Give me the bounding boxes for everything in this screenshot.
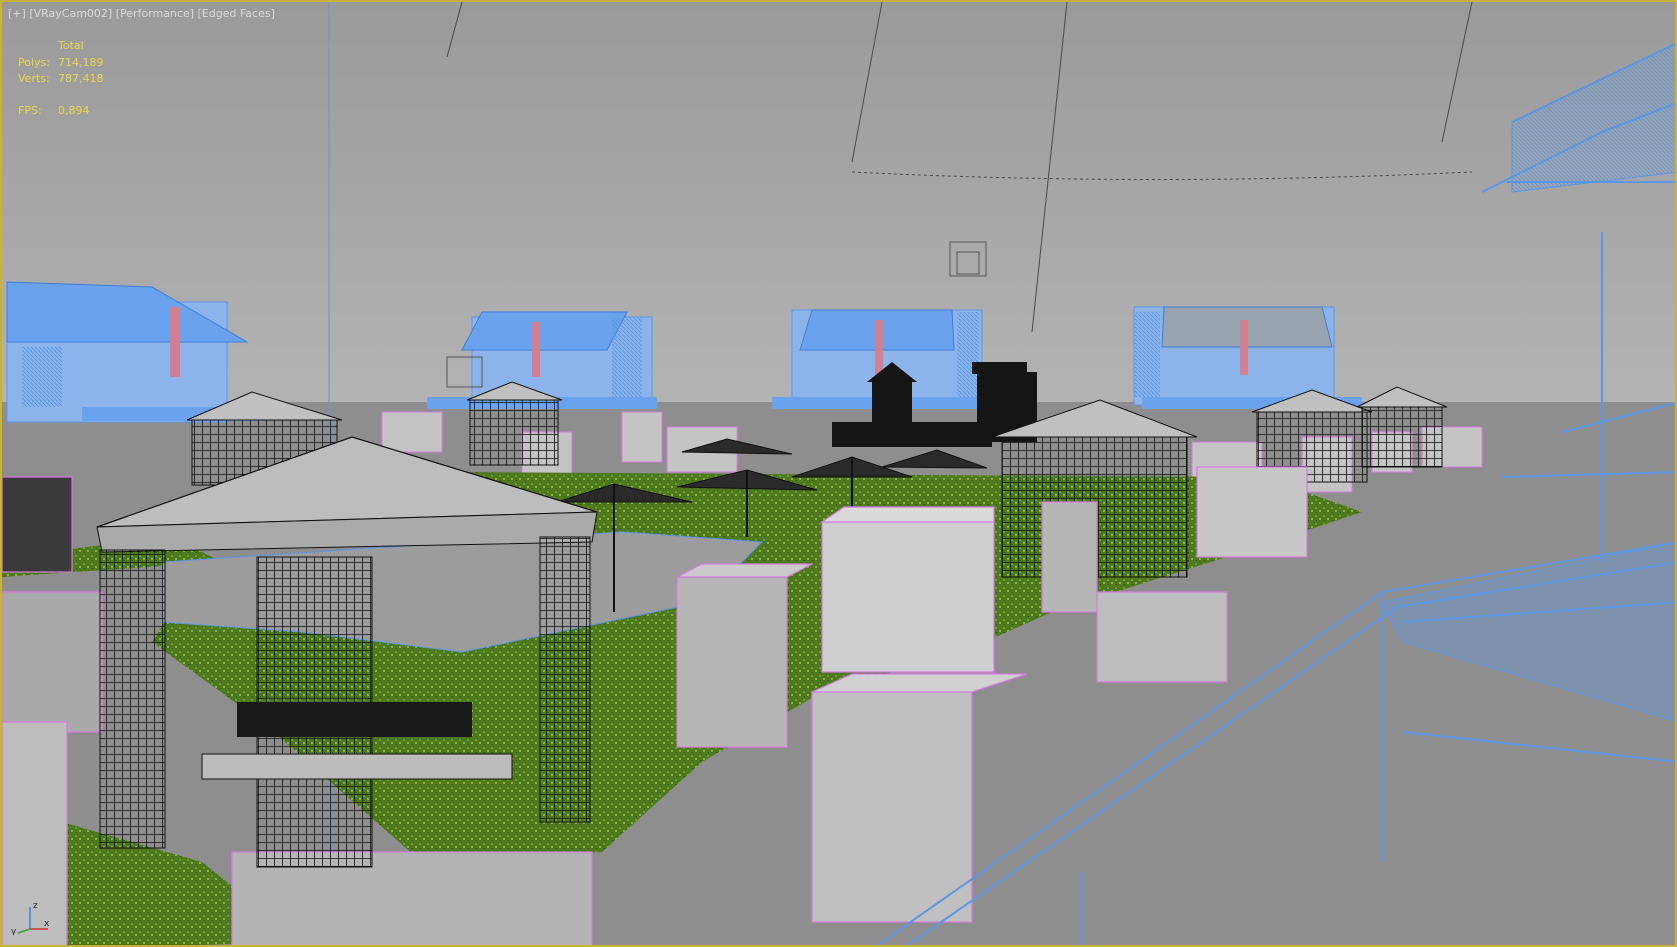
axis-tripod-icon: z x y: [11, 901, 50, 935]
viewport-camera-menu[interactable]: [VRayCam002]: [29, 7, 112, 20]
stats-fps-value: 0,894: [58, 104, 90, 117]
stats-verts-label: Verts:: [18, 72, 50, 85]
viewport-label-menu[interactable]: [+] [VRayCam002] [Performance] [Edged Fa…: [8, 7, 275, 20]
viewport-edged-faces-menu[interactable]: [Edged Faces]: [198, 7, 275, 20]
3d-viewport[interactable]: [+] [VRayCam002] [Performance] [Edged Fa…: [0, 0, 1677, 947]
axis-x-label: x: [44, 919, 50, 929]
stats-verts-value: 787,418: [58, 72, 104, 85]
house-4: [1133, 306, 1362, 409]
stats-polys-value: 714,189: [58, 56, 104, 69]
stats-polys-label: Polys:: [18, 56, 50, 69]
gazebo-back-mid: [466, 381, 563, 466]
axis-y-label: y: [11, 927, 17, 935]
viewport-shading-menu[interactable]: [Performance]: [116, 7, 194, 20]
house-1: [6, 281, 262, 423]
axis-z-label: z: [33, 901, 38, 911]
stats-fps-label: FPS:: [18, 104, 42, 117]
scene-render[interactable]: [2, 2, 1677, 947]
stats-header: Total: [58, 39, 84, 52]
viewport-plus-menu[interactable]: [+]: [8, 7, 26, 20]
